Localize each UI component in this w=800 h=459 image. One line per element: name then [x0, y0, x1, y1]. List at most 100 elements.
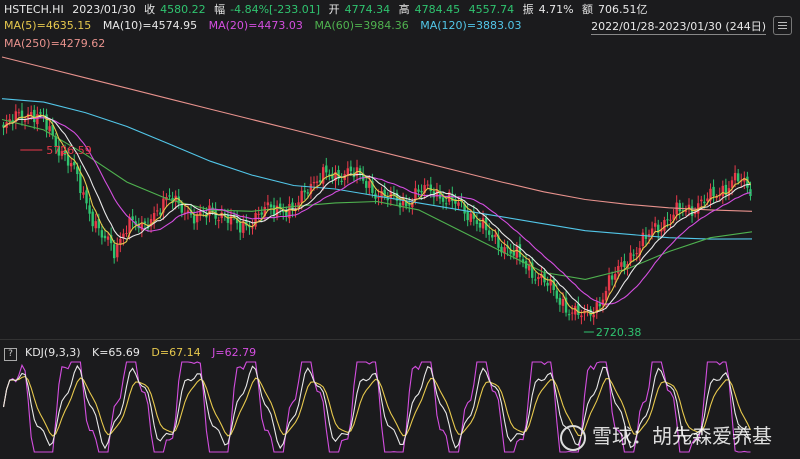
candle-body: [414, 188, 417, 200]
candle-body: [706, 198, 709, 202]
candle-body: [491, 234, 494, 238]
candle-body: [512, 251, 515, 256]
snowball-logo-icon: [560, 424, 586, 451]
ma60-label: MA(60)=3984.36: [314, 19, 409, 32]
symbol: HSTECH.HI: [4, 3, 64, 16]
ma10-line: [3, 115, 751, 314]
ma10-label: MA(10)=4574.95: [102, 19, 198, 32]
candle-body: [623, 261, 626, 268]
candle-body: [567, 314, 571, 316]
ma250-label: MA(250)=4279.62: [4, 37, 106, 50]
candle-body: [315, 181, 319, 183]
candle-body: [300, 190, 303, 203]
panel-divider: [0, 339, 800, 340]
candle-body: [469, 213, 472, 222]
ma120-line: [1, 98, 753, 240]
candle-body: [703, 201, 706, 204]
candle-body: [100, 230, 104, 238]
close-label: 收: [144, 3, 156, 16]
candle-body: [730, 180, 734, 188]
candle-body: [475, 220, 479, 224]
candle-body: [266, 202, 270, 206]
candle-body: [156, 210, 159, 212]
ma20-line: [3, 117, 751, 305]
candle-body: [125, 233, 128, 235]
open-label: 开: [328, 3, 340, 16]
candle-body: [33, 109, 36, 123]
candle-body: [457, 202, 460, 206]
ma250-line: [1, 56, 753, 212]
candle-body: [641, 232, 645, 246]
candle-body: [82, 192, 85, 195]
candle-body: [494, 234, 497, 237]
candle-body: [420, 190, 423, 193]
candle-body: [524, 261, 528, 269]
candle-body: [325, 165, 328, 173]
high-marker-label: 5726.59: [46, 144, 92, 157]
candle-body: [426, 184, 429, 186]
candle-body: [94, 221, 97, 229]
help-icon[interactable]: ?: [4, 348, 17, 361]
ma5-line: [3, 114, 751, 315]
close-value: 4580.22: [160, 3, 206, 16]
watermark: 雪球：胡先森爱养基: [560, 420, 772, 451]
candle-body: [106, 236, 110, 240]
candle-body: [546, 282, 549, 286]
quote-date: 2023/01/30: [72, 3, 136, 16]
candle-body: [152, 212, 156, 222]
candle-body: [168, 195, 171, 197]
candle-body: [441, 197, 445, 202]
candle-body: [570, 312, 574, 314]
candle-body: [721, 185, 724, 197]
amp-label: 振: [522, 3, 534, 16]
quote-header: HSTECH.HI 2023/01/30 收 4580.22 幅 -4.84%[-2…: [4, 3, 653, 17]
candle-body: [481, 218, 485, 229]
kdj-j: J=62.79: [212, 346, 257, 359]
candle-body: [429, 184, 432, 191]
candle-body: [39, 112, 42, 114]
change-label: 幅: [214, 3, 226, 16]
candle-body: [251, 227, 254, 229]
turnover-label: 额: [582, 3, 594, 16]
candle-body: [260, 212, 263, 215]
candle-body: [79, 172, 82, 193]
ma-legend: MA(5)=4635.15 MA(10)=4574.95 MA(20)=4473…: [4, 19, 530, 32]
candle-body: [669, 219, 672, 221]
candle-body: [303, 190, 306, 193]
candle-body: [614, 273, 617, 280]
candle-body: [112, 244, 116, 259]
candle-body: [487, 230, 491, 235]
watermark-text: 雪球：胡先森爱养基: [592, 424, 772, 448]
candle-body: [592, 314, 595, 318]
candle-body: [666, 219, 669, 221]
menu-icon[interactable]: [773, 16, 792, 35]
high-value: 4784.45: [414, 3, 461, 16]
candle-body: [103, 235, 107, 239]
candle-body: [466, 211, 469, 221]
kdj-legend: ? KDJ(9,3,3) K=65.69 D=67.14 J=62.79: [4, 346, 264, 361]
candle-body: [239, 222, 242, 233]
candle-body: [700, 199, 703, 202]
candle-body: [73, 162, 76, 166]
candle-body: [257, 213, 260, 215]
date-range[interactable]: 2022/01/28-2023/01/30 (244日): [591, 18, 766, 35]
candle-body: [20, 110, 24, 120]
candle-body: [159, 212, 162, 215]
candle-body: [478, 222, 482, 228]
price-chart[interactable]: 5726.59 2720.38: [0, 0, 800, 459]
low-value: 4557.74: [468, 3, 515, 16]
candle-body: [555, 290, 559, 299]
candle-body: [349, 166, 353, 172]
candle-body: [617, 265, 620, 274]
candle-body: [69, 163, 73, 167]
candle-body: [558, 297, 562, 305]
candle-body: [368, 181, 371, 188]
ma120-label: MA(120)=3883.03: [420, 19, 522, 32]
candle-body: [408, 204, 411, 206]
candle-body: [712, 186, 715, 197]
turnover-value: 706.51亿: [598, 3, 648, 16]
candle-body: [598, 303, 602, 307]
candle-body: [17, 112, 21, 114]
candle-body: [604, 290, 608, 301]
candle-body: [377, 197, 380, 199]
